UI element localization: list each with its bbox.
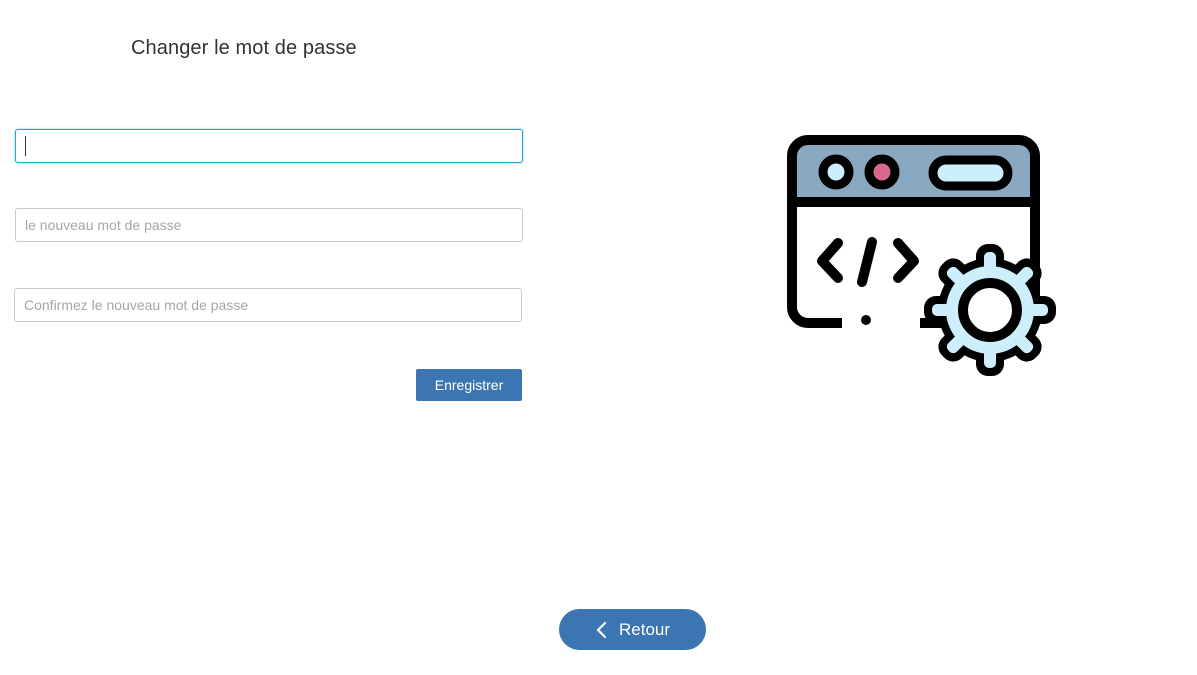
code-icon xyxy=(817,237,919,287)
web-development-settings-icon xyxy=(782,130,1064,378)
gear-icon xyxy=(924,244,1056,376)
current-password-field[interactable] xyxy=(15,129,523,163)
page-title: Changer le mot de passe xyxy=(131,37,357,59)
back-button-label: Retour xyxy=(618,619,671,639)
chevron-left-icon xyxy=(595,621,609,639)
confirm-password-field[interactable] xyxy=(14,288,522,322)
back-button[interactable]: Retour xyxy=(559,609,706,650)
new-password-field[interactable] xyxy=(15,208,523,242)
text-caret xyxy=(25,136,26,156)
save-button[interactable]: Enregistrer xyxy=(416,369,522,401)
